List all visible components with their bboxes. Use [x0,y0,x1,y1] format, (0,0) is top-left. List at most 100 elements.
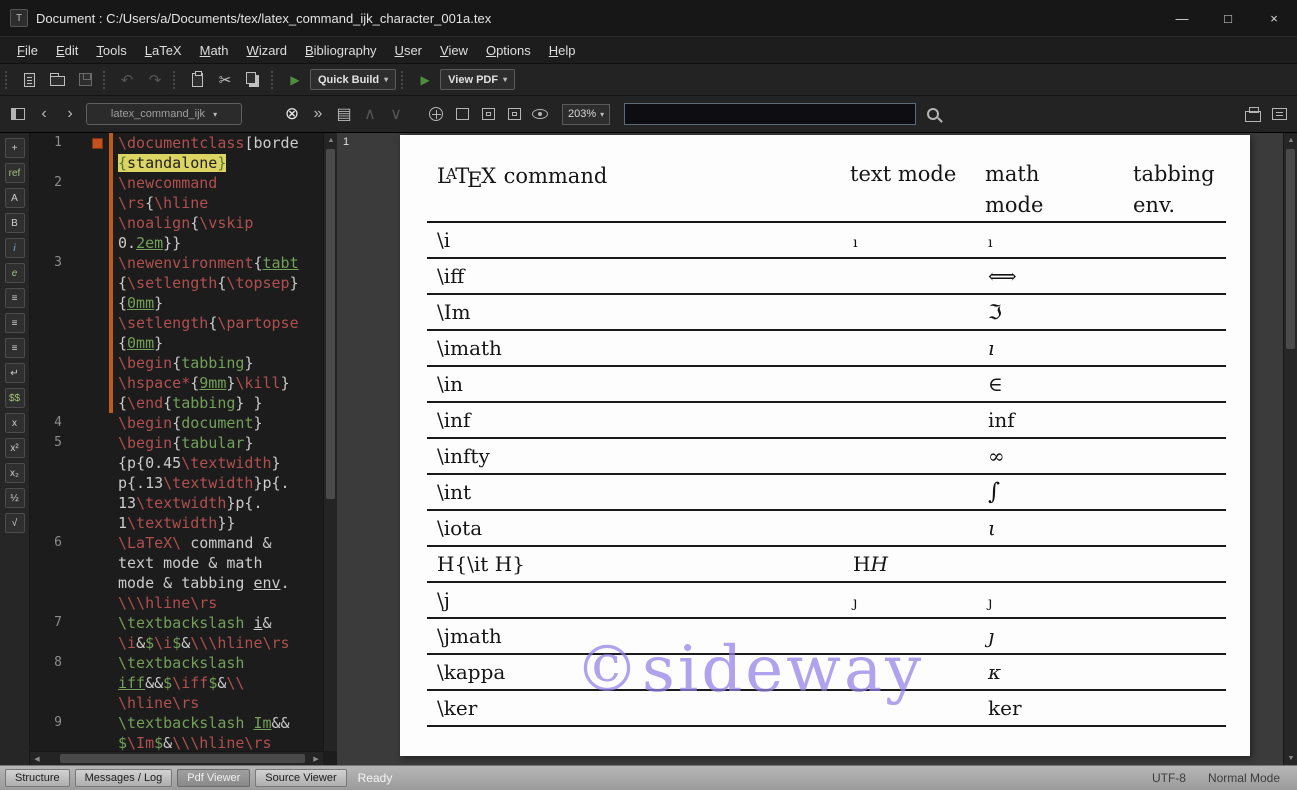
menu-item-latex[interactable]: LaTeX [136,38,191,63]
editor-pane[interactable]: 1 \documentclass[borde {standalone} 2 \newco… [30,133,337,765]
toolbar-overflow-button[interactable]: » [308,103,328,125]
menu-item-file[interactable]: File [8,38,47,63]
quick-build-run-button[interactable]: ▶ [282,67,308,93]
zoom-selector[interactable]: 203% ▾ [562,103,611,125]
code-line[interactable]: \setlength{\partopse [30,313,323,333]
code-line[interactable]: {\setlength{\topsep} [30,273,323,293]
next-section-button[interactable]: ∨ [386,103,406,125]
editor-horizontal-scrollbar[interactable]: ◀ ▶ [30,751,323,765]
menu-item-user[interactable]: User [386,38,431,63]
quick-build-dropdown[interactable]: Quick Build ▾ [310,69,397,90]
menu-item-wizard[interactable]: Wizard [238,38,296,63]
code-line[interactable]: \begin{tabbing} [30,353,323,373]
code-line[interactable]: {0mm} [30,333,323,353]
code-line[interactable]: 7 \textbackslash i& [30,613,323,633]
search-button[interactable] [922,103,942,125]
scrollbar-thumb[interactable] [326,149,335,499]
copy-button[interactable] [240,67,266,93]
back-button[interactable]: ‹ [34,103,54,125]
math-var-icon[interactable]: x [4,413,25,433]
code-line[interactable]: 13\textwidth}p{. [30,493,323,513]
menu-item-bibliography[interactable]: Bibliography [296,38,386,63]
document-list-button[interactable]: ▤ [334,103,354,125]
insert-block-icon[interactable]: + [4,138,25,158]
code-line[interactable]: text mode & math [30,553,323,573]
code-line[interactable]: mode & tabbing env. [30,573,323,593]
scrollbar-thumb[interactable] [60,754,305,763]
new-document-button[interactable] [16,67,42,93]
scroll-down-icon[interactable]: ▼ [1284,751,1297,765]
subscript-icon[interactable]: x₂ [4,463,25,483]
view-pdf-run-button[interactable]: ▶ [412,67,438,93]
code-line[interactable]: \noalign{\vskip [30,213,323,233]
open-file-selector[interactable]: latex_command_ijk ▾ [86,103,242,125]
code-line[interactable]: $\Im$&\\\hline\rs [30,733,323,751]
code-line[interactable]: \i&$\i$&\\\hline\rs [30,633,323,653]
code-line[interactable]: 1\textwidth}} [30,513,323,533]
code-line[interactable]: p{.13\textwidth}p{. [30,473,323,493]
scroll-up-icon[interactable]: ▲ [1284,133,1297,147]
forward-button[interactable]: › [60,103,80,125]
code-line[interactable]: iff&&$\iff$&\\ [30,673,323,693]
code-line[interactable]: 0.2em}} [30,233,323,253]
close-document-button[interactable]: ⊗ [282,103,302,125]
scrollbar-thumb[interactable] [1286,149,1295,349]
scroll-tool-button[interactable] [426,103,446,125]
structure-panel-button[interactable]: Structure [5,769,70,787]
code-line[interactable]: 5 \begin{tabular} [30,433,323,453]
editor-vertical-scrollbar[interactable]: ▲ [323,133,337,751]
description-icon[interactable]: ≡ [4,338,25,358]
open-file-button[interactable] [44,67,70,93]
sqrt-icon[interactable]: √ [4,513,25,533]
code-line[interactable]: \hline\rs [30,693,323,713]
bold-icon[interactable]: B [4,213,25,233]
view-pdf-dropdown[interactable]: View PDF ▾ [440,69,516,90]
inline-math-icon[interactable]: $$ [4,388,25,408]
code-line[interactable]: 3 \newenvironment{tabt [30,253,323,273]
menu-item-options[interactable]: Options [477,38,540,63]
code-line[interactable]: {\end{tabbing} } [30,393,323,413]
code-line[interactable]: 6 \LaTeX\ command & [30,533,323,553]
ref-icon[interactable]: ref [4,163,25,183]
fit-window-button[interactable] [452,103,472,125]
scroll-right-icon[interactable]: ▶ [309,752,323,765]
code-line[interactable]: {standalone} [30,153,323,173]
external-viewer-button[interactable] [1269,103,1289,125]
pdf-scrollbar[interactable]: ▲ ▼ [1283,133,1297,765]
code-line[interactable]: {0mm} [30,293,323,313]
presentation-button[interactable] [530,103,550,125]
cut-button[interactable]: ✂ [212,67,238,93]
emph-icon[interactable]: e [4,263,25,283]
save-button[interactable] [72,67,98,93]
undo-button[interactable]: ↶ [114,67,140,93]
code-line[interactable]: 4 \begin{document} [30,413,323,433]
fit-text-button[interactable] [504,103,524,125]
code-line[interactable]: 2 \newcommand [30,173,323,193]
code-line[interactable]: \\\hline\rs [30,593,323,613]
minimize-button[interactable]: — [1159,0,1205,36]
print-button[interactable] [1243,103,1263,125]
close-button[interactable]: × [1251,0,1297,36]
scroll-up-icon[interactable]: ▲ [324,133,337,147]
code-line[interactable]: \hspace*{9mm}\kill} [30,373,323,393]
menu-item-view[interactable]: View [431,38,477,63]
pdf-search-input[interactable] [624,103,917,125]
redo-button[interactable]: ↷ [142,67,168,93]
scroll-left-icon[interactable]: ◀ [30,752,44,765]
menu-item-help[interactable]: Help [540,38,585,63]
code-line[interactable]: 1 \documentclass[borde [30,133,323,153]
itemize-icon[interactable]: ≡ [4,288,25,308]
maximize-button[interactable]: □ [1205,0,1251,36]
panel-toggle-button[interactable] [8,103,28,125]
messages-log-button[interactable]: Messages / Log [74,769,173,787]
paste-button[interactable] [184,67,210,93]
source-viewer-button[interactable]: Source Viewer [255,769,347,787]
code-line[interactable]: 8 \textbackslash [30,653,323,673]
menu-item-tools[interactable]: Tools [87,38,135,63]
menu-item-edit[interactable]: Edit [47,38,87,63]
code-line[interactable]: {p{0.45\textwidth} [30,453,323,473]
fraction-icon[interactable]: ½ [4,488,25,508]
pdf-viewer-button[interactable]: Pdf Viewer [177,769,251,787]
superscript-icon[interactable]: x² [4,438,25,458]
code-line[interactable]: \rs{\hline [30,193,323,213]
